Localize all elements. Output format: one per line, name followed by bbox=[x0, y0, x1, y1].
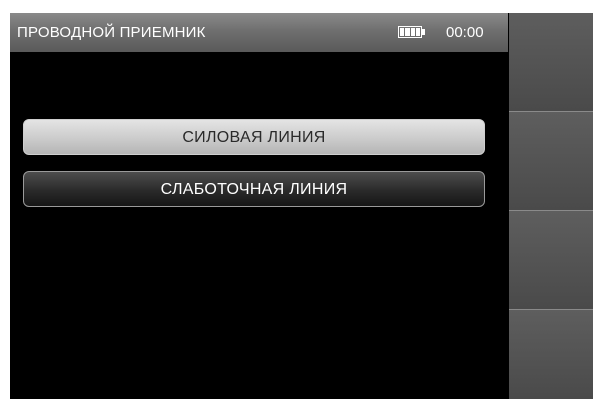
battery-tip-icon bbox=[422, 29, 425, 35]
power-line-button[interactable]: СИЛОВАЯ ЛИНИЯ bbox=[23, 119, 485, 155]
low-current-line-button[interactable]: СЛАБОТОЧНАЯ ЛИНИЯ bbox=[23, 171, 485, 207]
clock: 00:00 bbox=[446, 24, 484, 41]
softkey-1[interactable] bbox=[509, 13, 593, 111]
device-screen: ПРОВОДНОЙ ПРИЕМНИК 00:00 СИЛОВАЯ ЛИНИЯ С… bbox=[10, 13, 593, 399]
softkey-4[interactable] bbox=[509, 309, 593, 399]
screen-title: ПРОВОДНОЙ ПРИЕМНИК bbox=[17, 24, 206, 41]
softkey-column bbox=[509, 13, 593, 399]
softkey-2[interactable] bbox=[509, 111, 593, 210]
battery-icon bbox=[398, 26, 422, 38]
softkey-3[interactable] bbox=[509, 210, 593, 309]
status-bar: ПРОВОДНОЙ ПРИЕМНИК 00:00 bbox=[10, 13, 508, 52]
